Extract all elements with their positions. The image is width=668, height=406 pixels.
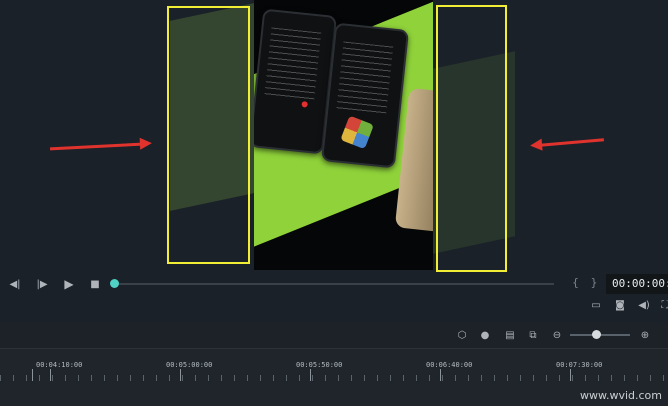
arrow-left [539,138,605,147]
play-icon[interactable]: ▶ [62,277,76,291]
ruler-label: 00:04:10:00 [36,361,83,369]
ruler-label: 00:06:40:00 [426,361,473,369]
prev-frame-icon[interactable]: ◀︎| [8,277,22,291]
preview-tools: ▭ ◙ ◀) ⛶ [586,298,668,316]
highlight-box-left [167,6,250,264]
stop-icon[interactable]: ■ [88,277,102,291]
timeline-toolbar: ⬡ ● ▤ ⧉ ⊖ ⊕ [0,322,668,348]
microphone-icon[interactable]: ● [478,328,492,342]
play-step-icon[interactable]: |▶︎ [35,277,49,291]
zoom-slider-handle[interactable] [592,330,601,339]
zoom-out-icon[interactable]: ⊖ [550,328,564,342]
timeline-ruler[interactable]: 00:04:10:00 00:05:00:00 00:05:50:00 00:0… [0,348,668,406]
ruler-label: 00:07:30:00 [556,361,603,369]
highlight-box-right [436,5,507,272]
ruler-label: 00:05:50:00 [296,361,343,369]
volume-icon[interactable]: ◀) [637,298,651,312]
arrow-right [49,142,143,151]
timecode-display: 00:00:00:00 [606,274,668,294]
camera-icon[interactable]: ◙ [613,298,627,312]
ruler-label: 00:05:00:00 [166,361,213,369]
zoom-in-icon[interactable]: ⊕ [638,328,652,342]
android-logo-icon [340,115,374,150]
preview-window: ◀︎| |▶︎ ▶ ■ { } 00:00:00:00 ▭ ◙ ◀) ⛶ [0,0,668,323]
mark-in-out[interactable]: { } [572,276,602,289]
video-frame [254,0,433,270]
watermark: www.wvid.com [579,389,662,402]
fullscreen-icon[interactable]: ⛶ [658,298,668,312]
split-icon[interactable]: ⧉ [526,328,540,342]
playback-scrubber[interactable] [114,283,554,285]
video-editor: ◀︎| |▶︎ ▶ ■ { } 00:00:00:00 ▭ ◙ ◀) ⛶ ⬡ ●… [0,0,668,406]
player-controls: ◀︎| |▶︎ ▶ ■ { } 00:00:00:00 [0,270,668,298]
ruler-major-ticks [0,369,668,381]
phone-center [320,22,410,169]
marker-icon[interactable]: ⬡ [455,328,469,342]
scrubber-handle[interactable] [110,279,119,288]
audio-mixer-icon[interactable]: ▤ [503,328,517,342]
monitor-icon[interactable]: ▭ [589,298,603,312]
